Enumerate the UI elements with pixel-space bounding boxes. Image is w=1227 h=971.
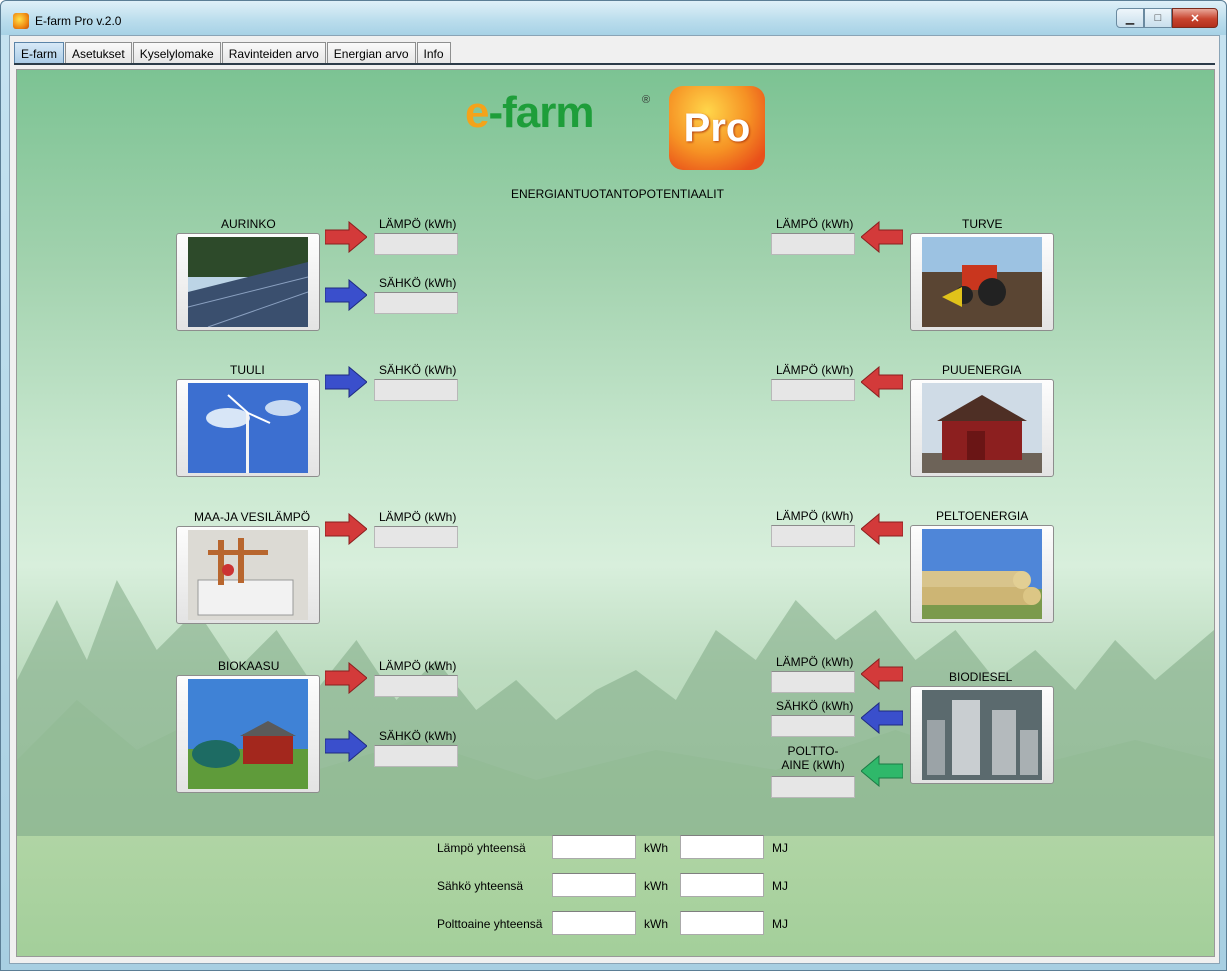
biodiesel-fuel-field[interactable] (771, 776, 855, 798)
tab-asetukset[interactable]: Asetukset (65, 42, 132, 64)
tab-energian-arvo[interactable]: Energian arvo (326, 42, 416, 64)
biokaasu-heat-field[interactable] (374, 675, 458, 697)
tuuli-power-field[interactable] (374, 379, 458, 401)
total-heat-label: Lämpö yhteensä (437, 841, 526, 855)
total-fuel-kwh-unit: kWh (644, 917, 668, 931)
total-heat-kwh-unit: kWh (644, 841, 668, 855)
biokaasu-heat-label: LÄMPÖ (kWh) (379, 659, 457, 673)
efarm-panel: e-farm ® Pro ENERGIANTUOTANTOPOTENTIAALI… (16, 69, 1215, 957)
tuuli-label: TUULI (230, 363, 265, 377)
registered-mark: ® (642, 94, 651, 106)
app-window: E-farm Pro v.2.0 ▁ □ ✕ E-farm Asetukset … (0, 0, 1227, 971)
biokaasu-image-button[interactable] (176, 675, 320, 793)
biokaasu-power-field[interactable] (374, 745, 458, 767)
total-power-mj-unit: MJ (772, 879, 788, 893)
total-heat-kwh-field[interactable] (552, 835, 636, 859)
aurinko-heat-field[interactable] (374, 233, 458, 255)
tuuli-image-button[interactable] (176, 379, 320, 477)
power-arrow-icon (325, 366, 367, 398)
power-arrow-icon (325, 279, 367, 311)
biodiesel-label: BIODIESEL (949, 670, 1013, 684)
title-bar[interactable]: E-farm Pro v.2.0 ▁ □ ✕ (1, 1, 1226, 35)
puu-label: PUUENERGIA (942, 363, 1022, 377)
minimize-icon: ▁ (1125, 12, 1135, 25)
biodiesel-image-button[interactable] (910, 686, 1054, 784)
wood-shed-image (922, 383, 1042, 473)
heat-arrow-icon (861, 513, 903, 545)
aurinko-power-label: SÄHKÖ (kWh) (379, 276, 457, 290)
window-title: E-farm Pro v.2.0 (35, 14, 122, 28)
heat-arrow-icon (325, 662, 367, 694)
maavesi-image-button[interactable] (176, 526, 320, 624)
biodiesel-power-label: SÄHKÖ (kWh) (776, 699, 854, 713)
turve-label: TURVE (962, 217, 1003, 231)
pelto-heat-field[interactable] (771, 525, 855, 547)
tab-ravinteiden-arvo[interactable]: Ravinteiden arvo (221, 42, 326, 64)
total-fuel-mj-unit: MJ (772, 917, 788, 931)
pelto-label: PELTOENERGIA (936, 509, 1029, 523)
total-power-kwh-field[interactable] (552, 873, 636, 897)
aurinko-power-field[interactable] (374, 292, 458, 314)
total-heat-mj-unit: MJ (772, 841, 788, 855)
pelto-image-button[interactable] (910, 525, 1054, 623)
biogas-plant-image (188, 679, 308, 789)
maavesi-label: MAA-JA VESILÄMPÖ (194, 510, 311, 524)
total-power-mj-field[interactable] (680, 873, 764, 897)
turve-heat-field[interactable] (771, 233, 855, 255)
fuel-arrow-icon (861, 755, 903, 787)
tab-info[interactable]: Info (416, 42, 451, 64)
page-heading: ENERGIANTUOTANTOPOTENTIAALIT (511, 187, 724, 201)
total-power-label: Sähkö yhteensä (437, 879, 524, 893)
biokaasu-power-label: SÄHKÖ (kWh) (379, 729, 457, 743)
pro-logo: Pro (669, 86, 765, 170)
puu-heat-field[interactable] (771, 379, 855, 401)
solar-panel-image (187, 237, 309, 328)
total-heat-mj-field[interactable] (680, 835, 764, 859)
straw-bales-image (922, 529, 1042, 619)
heat-pump-image (188, 530, 308, 620)
tab-bar: E-farm Asetukset Kyselylomake Ravinteide… (14, 42, 452, 64)
heat-arrow-icon (325, 513, 367, 545)
maximize-icon: □ (1154, 12, 1162, 24)
biokaasu-label: BIOKAASU (218, 659, 280, 673)
tab-kyselylomake[interactable]: Kyselylomake (132, 42, 221, 64)
biodiesel-fuel-label: POLTTO- AINE (kWh) (781, 744, 845, 772)
tab-efarm[interactable]: E-farm (14, 42, 64, 64)
heat-arrow-icon (325, 221, 367, 253)
heat-arrow-icon (861, 658, 903, 690)
minimize-button[interactable]: ▁ (1116, 8, 1144, 28)
biodiesel-plant-image (922, 690, 1042, 780)
maavesi-heat-field[interactable] (374, 526, 458, 548)
turve-heat-label: LÄMPÖ (kWh) (776, 217, 854, 231)
aurinko-heat-label: LÄMPÖ (kWh) (379, 217, 457, 231)
power-arrow-icon (861, 702, 903, 734)
puu-heat-label: LÄMPÖ (kWh) (776, 363, 854, 377)
peat-tractor-image (922, 237, 1042, 327)
app-logo-icon (13, 13, 29, 29)
close-button[interactable]: ✕ (1172, 8, 1218, 28)
client-area: E-farm Asetukset Kyselylomake Ravinteide… (9, 35, 1220, 964)
puu-image-button[interactable] (910, 379, 1054, 477)
maavesi-heat-label: LÄMPÖ (kWh) (379, 510, 457, 524)
aurinko-label: AURINKO (221, 217, 276, 231)
total-fuel-label: Polttoaine yhteensä (437, 917, 543, 931)
heat-arrow-icon (861, 366, 903, 398)
power-arrow-icon (325, 730, 367, 762)
aurinko-image-button[interactable] (176, 233, 320, 331)
maximize-button[interactable]: □ (1144, 8, 1172, 28)
total-fuel-kwh-field[interactable] (552, 911, 636, 935)
close-icon: ✕ (1190, 12, 1200, 25)
wind-turbine-image (188, 383, 308, 473)
tab-divider (14, 63, 1215, 65)
biodiesel-heat-field[interactable] (771, 671, 855, 693)
pelto-heat-label: LÄMPÖ (kWh) (776, 509, 854, 523)
total-power-kwh-unit: kWh (644, 879, 668, 893)
total-fuel-mj-field[interactable] (680, 911, 764, 935)
biodiesel-heat-label: LÄMPÖ (kWh) (776, 655, 854, 669)
efarm-logo: e-farm (465, 88, 595, 137)
heat-arrow-icon (861, 221, 903, 253)
turve-image-button[interactable] (910, 233, 1054, 331)
biodiesel-power-field[interactable] (771, 715, 855, 737)
tuuli-power-label: SÄHKÖ (kWh) (379, 363, 457, 377)
